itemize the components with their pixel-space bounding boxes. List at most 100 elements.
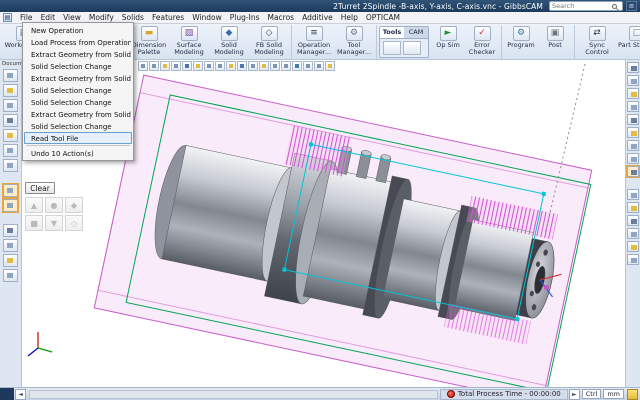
right-tool-icon[interactable] bbox=[627, 254, 639, 265]
document-icon[interactable]: ▤ bbox=[3, 13, 12, 22]
mini-tool-icon[interactable] bbox=[226, 61, 236, 71]
right-tool-icon[interactable] bbox=[627, 215, 639, 226]
toolbar-item-sync-control[interactable]: ⇄ Sync Control bbox=[577, 26, 617, 56]
right-tool-icon[interactable] bbox=[627, 241, 639, 252]
search-input[interactable] bbox=[552, 2, 612, 10]
status-box-units[interactable]: mm bbox=[603, 389, 624, 399]
document-panel-header: Docum... bbox=[0, 61, 21, 67]
search-box[interactable] bbox=[549, 1, 623, 11]
search-icon[interactable] bbox=[612, 4, 617, 9]
toolbar-item-op-sim[interactable]: ► Op Sim bbox=[431, 26, 465, 49]
left-tool-icon[interactable] bbox=[3, 84, 18, 97]
trim-tool-icon[interactable] bbox=[25, 197, 43, 213]
left-tool-icon[interactable] bbox=[3, 114, 18, 127]
mini-tool-icon[interactable] bbox=[138, 61, 148, 71]
left-tool-icon[interactable] bbox=[3, 269, 18, 282]
right-tool-icon[interactable] bbox=[627, 114, 639, 125]
toolbar-item-operation-manager[interactable]: ≡ Operation Manager... bbox=[294, 26, 334, 56]
left-tool-icon[interactable] bbox=[3, 254, 18, 267]
tab-tools[interactable]: Tools bbox=[380, 27, 404, 38]
left-tool-icon[interactable] bbox=[3, 159, 18, 172]
mini-tool-icon[interactable] bbox=[149, 61, 159, 71]
menu-item-read-tool-file[interactable]: Read Tool File bbox=[24, 132, 132, 144]
toolbar-item-surface-modeling[interactable]: ▧ Surface Modeling bbox=[169, 26, 209, 56]
menu-item[interactable]: Solid Selection Change bbox=[24, 84, 132, 96]
toolbar-item-solid-modeling[interactable]: ◆ Solid Modeling bbox=[209, 26, 249, 56]
menu-help[interactable]: Help bbox=[337, 12, 362, 24]
timeline-track[interactable] bbox=[29, 390, 438, 399]
right-tool-icon[interactable] bbox=[627, 101, 639, 112]
toolbar-item-fb-solid-modeling[interactable]: ◇ FB Solid Modeling bbox=[249, 26, 289, 56]
mini-tool-icon[interactable] bbox=[281, 61, 291, 71]
tool-palette-icon[interactable] bbox=[383, 41, 401, 55]
menu-macros[interactable]: Macros bbox=[263, 12, 298, 24]
menu-window[interactable]: Window bbox=[188, 12, 226, 24]
toolbar-item-dimension-palette[interactable]: ▬ Dimension Palette bbox=[129, 26, 169, 56]
mini-tool-icon[interactable] bbox=[204, 61, 214, 71]
right-tool-icon[interactable] bbox=[627, 228, 639, 239]
right-tool-icon[interactable] bbox=[627, 127, 639, 138]
mini-tool-icon[interactable] bbox=[237, 61, 247, 71]
right-tool-icon[interactable] bbox=[627, 153, 639, 164]
status-box-ctrl[interactable]: Ctrl bbox=[582, 389, 602, 399]
menu-item[interactable]: Extract Geometry from Solid bbox=[24, 108, 132, 120]
menu-item[interactable]: Load Process from Operation bbox=[24, 36, 132, 48]
menu-opticam[interactable]: OPTICAM bbox=[362, 12, 404, 24]
right-tool-icon[interactable] bbox=[627, 75, 639, 86]
trim-tool-icon[interactable] bbox=[65, 215, 83, 231]
mini-tool-icon[interactable] bbox=[171, 61, 181, 71]
toolbar-item-tool-manager[interactable]: ⚙ Tool Manager... bbox=[334, 26, 374, 56]
toolbar-item-error-checker[interactable]: ✓ Error Checker bbox=[465, 26, 499, 56]
menu-item-undo[interactable]: Undo 10 Action(s) bbox=[24, 147, 132, 159]
mini-tool-icon[interactable] bbox=[270, 61, 280, 71]
cam-palette-icon[interactable] bbox=[403, 41, 421, 55]
right-tool-icon[interactable] bbox=[627, 88, 639, 99]
menu-item[interactable]: Extract Geometry from Solid bbox=[24, 48, 132, 60]
left-tool-icon[interactable] bbox=[3, 129, 18, 142]
right-tool-icon[interactable] bbox=[627, 62, 639, 73]
toolbar-item-part-station[interactable]: □ Part Station bbox=[617, 26, 640, 49]
menu-plugins[interactable]: Plug-Ins bbox=[226, 12, 264, 24]
mini-tool-icon[interactable] bbox=[259, 61, 269, 71]
left-tool-icon[interactable] bbox=[3, 69, 18, 82]
left-tool-icon[interactable] bbox=[3, 144, 18, 157]
menu-item[interactable]: Extract Geometry from Solid bbox=[24, 72, 132, 84]
right-tool-icon[interactable] bbox=[627, 140, 639, 151]
menu-item[interactable]: Solid Selection Change bbox=[24, 96, 132, 108]
menu-features[interactable]: Features bbox=[148, 12, 188, 24]
mini-tool-icon[interactable] bbox=[292, 61, 302, 71]
mini-tool-icon[interactable] bbox=[215, 61, 225, 71]
left-tool-icon-selected[interactable] bbox=[3, 199, 18, 212]
left-tool-icon[interactable] bbox=[3, 239, 18, 252]
menu-additive[interactable]: Additive bbox=[298, 12, 337, 24]
trim-tool-icon[interactable] bbox=[45, 197, 63, 213]
tab-cam[interactable]: CAM bbox=[404, 27, 428, 38]
left-tool-icon[interactable] bbox=[3, 99, 18, 112]
status-warning-icon[interactable] bbox=[627, 389, 638, 400]
mini-tool-icon[interactable] bbox=[182, 61, 192, 71]
right-tool-icon[interactable] bbox=[627, 202, 639, 213]
toolbar-item-post[interactable]: ▣ Post bbox=[538, 26, 572, 49]
scroll-left-icon[interactable]: ◄ bbox=[15, 389, 26, 400]
menu-item[interactable]: Solid Selection Change bbox=[24, 60, 132, 72]
menu-item[interactable]: Solid Selection Change bbox=[24, 120, 132, 132]
clear-button[interactable]: Clear bbox=[25, 182, 55, 194]
left-tool-icon-selected[interactable] bbox=[3, 184, 18, 197]
mini-tool-icon[interactable] bbox=[303, 61, 313, 71]
trim-tool-icon[interactable] bbox=[45, 215, 63, 231]
mini-tool-icon[interactable] bbox=[160, 61, 170, 71]
left-tool-icon[interactable] bbox=[3, 224, 18, 237]
process-time-label: Total Process Time - 00:00:00 bbox=[458, 390, 561, 398]
mini-tool-icon[interactable] bbox=[314, 61, 324, 71]
app-menu-button[interactable]: ≡ bbox=[626, 1, 637, 11]
trim-tool-icon[interactable] bbox=[65, 197, 83, 213]
scroll-right-icon[interactable]: ► bbox=[569, 389, 580, 400]
mini-tool-icon[interactable] bbox=[325, 61, 335, 71]
trim-tool-icon[interactable] bbox=[25, 215, 43, 231]
right-tool-icon[interactable] bbox=[627, 189, 639, 200]
mini-tool-icon[interactable] bbox=[248, 61, 258, 71]
mini-tool-icon[interactable] bbox=[193, 61, 203, 71]
right-tool-icon-selected[interactable] bbox=[627, 166, 639, 177]
toolbar-item-program[interactable]: ⚙ Program bbox=[504, 26, 538, 49]
menu-item[interactable]: New Operation bbox=[24, 24, 132, 36]
